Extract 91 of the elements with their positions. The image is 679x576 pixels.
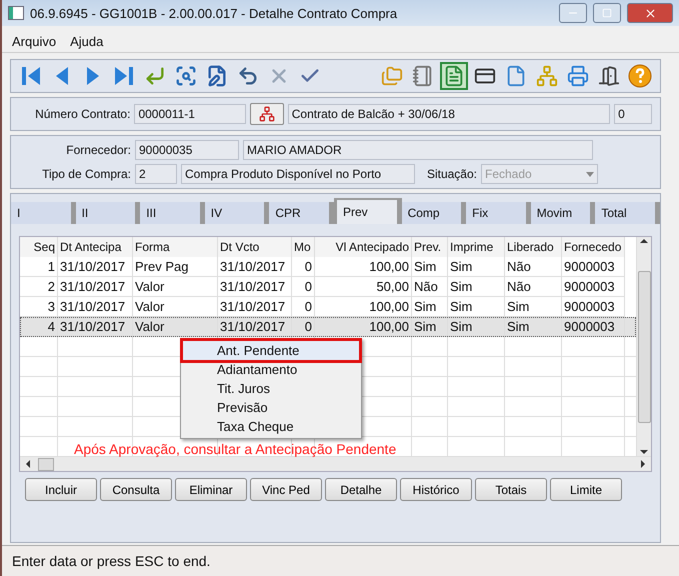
supplier-name-field[interactable]: MARIO AMADOR: [243, 140, 593, 160]
next-icon[interactable]: [85, 64, 101, 88]
zoom-icon[interactable]: [175, 65, 197, 87]
previous-icon[interactable]: [54, 64, 70, 88]
action-button[interactable]: Totais: [475, 478, 547, 501]
table-cell: Valor: [133, 317, 218, 337]
table-cell: 4: [20, 317, 58, 337]
notepad-icon[interactable]: [412, 65, 434, 87]
action-button[interactable]: Eliminar: [175, 478, 247, 501]
menu-item[interactable]: Previsão: [183, 398, 359, 417]
action-button[interactable]: Vinc Ped: [250, 478, 322, 501]
maximize-icon: [602, 8, 612, 18]
vertical-scrollbar[interactable]: [636, 237, 651, 456]
menu-item[interactable]: Ajuda: [70, 34, 104, 48]
column-header[interactable]: Seq: [20, 237, 58, 257]
maximize-button[interactable]: [593, 3, 621, 23]
tab[interactable]: III: [140, 202, 205, 224]
field-label: Tipo de Compra:: [41, 167, 131, 181]
enter-icon[interactable]: [144, 65, 166, 87]
field-label: Fornecedor:: [65, 143, 131, 157]
table-cell: 31/10/2017: [218, 317, 292, 337]
first-record-icon[interactable]: [20, 64, 42, 88]
column-header[interactable]: Fornecedo: [562, 237, 625, 257]
close-button[interactable]: [627, 3, 673, 23]
printer-icon[interactable]: [567, 65, 589, 87]
menu-item[interactable]: Arquivo: [12, 34, 56, 48]
tab[interactable]: IV: [204, 202, 270, 224]
column-header[interactable]: Dt Antecipa: [58, 237, 133, 257]
page-icon[interactable]: [505, 65, 527, 87]
field-label: Número Contrato:: [34, 107, 130, 121]
horizontal-scrollbar[interactable]: [20, 456, 651, 471]
table-cell: Sim: [412, 317, 448, 337]
table-cell: 31/10/2017: [58, 317, 133, 337]
menu-item[interactable]: Tit. Juros: [183, 379, 359, 398]
tab[interactable]: Total: [595, 202, 660, 224]
document-icon[interactable]: [443, 65, 465, 87]
scroll-up-icon[interactable]: [640, 237, 648, 245]
column-header[interactable]: Vl Antecipado: [315, 237, 412, 257]
hierarchy-icon: [258, 106, 275, 122]
undo-icon[interactable]: [237, 65, 259, 87]
supplier-code-field[interactable]: 90000035: [135, 140, 239, 160]
table-cell: Sim: [505, 317, 562, 337]
tab[interactable]: Fix: [466, 202, 531, 224]
annotation-text: Após Aprovação, consultar a Antecipação Pendente: [74, 441, 396, 457]
column-header[interactable]: Dt Vcto: [218, 237, 292, 257]
column-header[interactable]: Mo: [292, 237, 315, 257]
window-title: 06.9.6945 - GG1001B - 2.00.00.017 - Detalhe Contrato Compra: [30, 6, 398, 20]
tab[interactable]: Movim: [530, 202, 596, 224]
column-header[interactable]: Liberado: [505, 237, 562, 257]
action-button[interactable]: Consulta: [100, 478, 172, 501]
field-label: Situação:: [426, 167, 477, 181]
status-bar: Enter data or press ESC to end.: [2, 545, 679, 576]
tab[interactable]: Comp: [402, 202, 466, 224]
table-cell: 9000003: [562, 317, 625, 337]
hierarchy-button[interactable]: [250, 103, 284, 125]
menu-item[interactable]: Taxa Cheque: [183, 417, 359, 436]
scrollbar-thumb[interactable]: [38, 458, 54, 470]
minimize-button[interactable]: [559, 3, 587, 23]
action-button[interactable]: Incluir: [25, 478, 97, 501]
table-cell: 100,00: [315, 317, 412, 337]
last-record-icon[interactable]: [113, 64, 135, 88]
tree-icon[interactable]: [536, 65, 558, 87]
tab[interactable]: CPR: [269, 202, 334, 224]
contract-extra-field[interactable]: 0: [614, 104, 652, 124]
tab[interactable]: II: [76, 202, 140, 224]
menu-item[interactable]: Adiantamento: [183, 360, 359, 379]
contract-number-field[interactable]: 0000011-1: [134, 104, 246, 124]
menu-item[interactable]: Ant. Pendente: [183, 341, 359, 360]
exit-door-icon[interactable]: [598, 65, 620, 87]
dropdown-arrow-icon: [586, 172, 594, 176]
table-cell: Sim: [448, 317, 505, 337]
close-icon: [644, 6, 656, 20]
tab[interactable]: Prev: [334, 198, 402, 224]
column-header[interactable]: Imprime: [448, 237, 505, 257]
scroll-left-icon[interactable]: [24, 460, 32, 468]
action-button[interactable]: Limite: [550, 478, 622, 501]
action-button[interactable]: Histórico: [400, 478, 472, 501]
table-cell: 0: [292, 317, 315, 337]
help-icon[interactable]: [628, 64, 652, 88]
purchase-type-code-field[interactable]: 2: [135, 164, 177, 184]
contract-description-field[interactable]: Contrato de Balcão + 30/06/18: [288, 104, 610, 124]
app-icon: [8, 6, 24, 20]
tab[interactable]: I: [11, 202, 76, 224]
column-header[interactable]: Forma: [133, 237, 218, 257]
purchase-type-field[interactable]: Compra Produto Disponível no Porto: [181, 164, 415, 184]
folders-icon[interactable]: [381, 65, 403, 87]
scrollbar-thumb[interactable]: [638, 270, 650, 422]
action-button[interactable]: Detalhe: [325, 478, 397, 501]
scroll-right-icon[interactable]: [639, 460, 647, 468]
column-header[interactable]: Prev.: [412, 237, 448, 257]
edit-document-icon[interactable]: [206, 65, 228, 87]
